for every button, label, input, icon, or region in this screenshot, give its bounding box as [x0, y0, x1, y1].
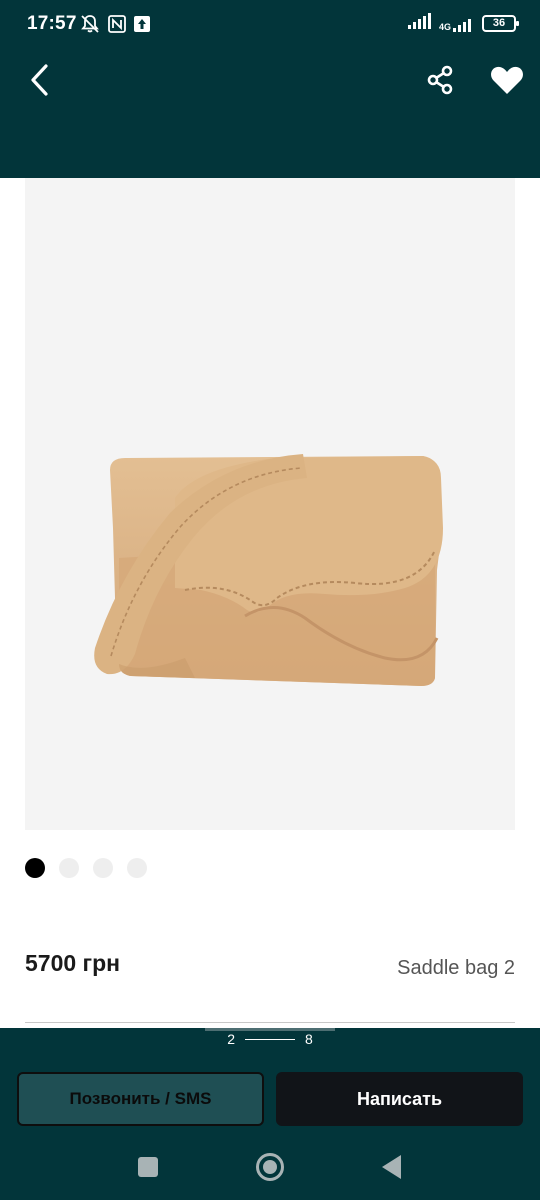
status-icons-right: 4G 36: [407, 13, 519, 34]
divider: [25, 1022, 515, 1023]
signal-4g-icon: 4G: [439, 16, 475, 32]
status-time: 17:57: [27, 13, 77, 34]
gallery-dot[interactable]: [93, 858, 113, 878]
share-button[interactable]: [420, 60, 460, 100]
status-icons-left: [80, 14, 150, 39]
app-bar: [0, 50, 540, 178]
chevron-left-icon: [31, 64, 48, 96]
signal-icon: [407, 13, 432, 34]
pager-current: 2: [227, 1031, 235, 1047]
gallery-dot[interactable]: [127, 858, 147, 878]
back-triangle-icon[interactable]: [382, 1155, 401, 1179]
pager: 2 8: [0, 1030, 540, 1048]
favorite-button[interactable]: [486, 60, 528, 100]
home-icon[interactable]: [256, 1153, 284, 1181]
bottom-action-panel: 2 8 Позвонить / SMS Написать: [0, 1028, 540, 1136]
product-title: Saddle bag 2: [397, 957, 515, 979]
product-image[interactable]: [25, 178, 515, 830]
recents-icon[interactable]: [138, 1157, 158, 1177]
mute-bell-icon: [80, 14, 100, 39]
pager-line: [245, 1038, 295, 1040]
network-type-label: 4G: [438, 21, 451, 32]
gallery-dot[interactable]: [59, 858, 79, 878]
upload-icon: [134, 16, 150, 37]
status-bar: 17:57 4G 36: [0, 0, 540, 50]
gallery-dot-active[interactable]: [25, 858, 45, 878]
heart-icon: [491, 66, 523, 94]
product-price: 5700 грн: [25, 950, 121, 976]
back-button[interactable]: [20, 60, 60, 100]
share-icon: [427, 65, 453, 95]
battery-icon: 36: [482, 15, 519, 32]
gallery-pagination: [25, 858, 147, 878]
nfc-icon: [108, 15, 126, 38]
write-message-button[interactable]: Написать: [276, 1072, 523, 1126]
call-sms-button[interactable]: Позвонить / SMS: [17, 1072, 264, 1126]
system-nav-bar: [0, 1136, 540, 1200]
pager-total: 8: [305, 1031, 313, 1047]
